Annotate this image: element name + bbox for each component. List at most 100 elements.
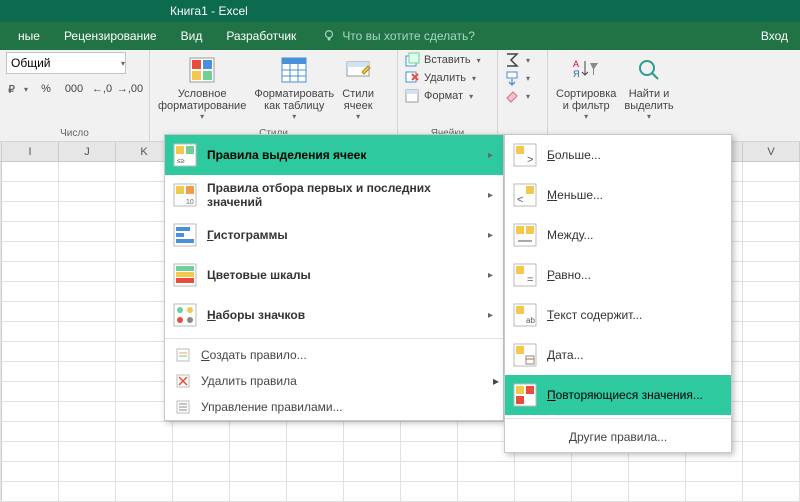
submenu-date-occurring[interactable]: Дата... bbox=[505, 335, 731, 375]
format-as-table-button[interactable]: Форматировать как таблицу ▾ bbox=[252, 52, 336, 121]
app-title: Книга1 - Excel bbox=[170, 4, 248, 18]
submenu-duplicate-values[interactable]: Повторяющиеся значения... bbox=[505, 375, 731, 415]
chevron-down-icon: ▾ bbox=[356, 112, 360, 121]
delete-button[interactable]: Удалить▾ bbox=[404, 70, 491, 86]
group-editing-icons: ▾ ▾ ▾ bbox=[498, 50, 548, 141]
equal-icon: = bbox=[513, 263, 537, 287]
tab-review[interactable]: Рецензирование bbox=[52, 23, 169, 49]
currency-icon: ₽ bbox=[8, 82, 22, 96]
chevron-down-icon: ▾ bbox=[121, 59, 125, 68]
group-label-number: Число bbox=[6, 128, 143, 141]
cell-styles-button[interactable]: Стили ячеек ▾ bbox=[340, 52, 376, 121]
submenu-text-contains[interactable]: ab Текст содержит... bbox=[505, 295, 731, 335]
conditional-formatting-icon bbox=[188, 56, 216, 84]
less-than-icon: < bbox=[513, 183, 537, 207]
format-button[interactable]: Формат▾ bbox=[404, 88, 491, 104]
submenu-greater-than[interactable]: > Больше... bbox=[505, 135, 731, 175]
fill-button[interactable]: ▾ bbox=[504, 70, 541, 86]
ribbon: Общий ▾ ₽▾ % 000 ←,0 →,00 Число Условное… bbox=[0, 50, 800, 142]
number-format-select[interactable]: Общий ▾ bbox=[6, 52, 126, 74]
decrease-decimal-button[interactable]: →,00 bbox=[118, 78, 142, 100]
submenu-equal-to[interactable]: = Равно... bbox=[505, 255, 731, 295]
greater-than-icon: > bbox=[513, 143, 537, 167]
tab-developer[interactable]: Разработчик bbox=[214, 23, 308, 49]
svg-text:₽: ₽ bbox=[8, 84, 15, 96]
sign-in[interactable]: Вход bbox=[761, 29, 794, 43]
cell-styles-icon bbox=[344, 56, 372, 84]
manage-rules-icon bbox=[175, 399, 191, 415]
svg-text:>: > bbox=[527, 154, 533, 166]
eraser-icon bbox=[504, 88, 520, 104]
group-cells: Вставить▾ Удалить▾ Формат▾ Ячейки bbox=[398, 50, 498, 141]
chevron-down-icon: ▾ bbox=[200, 112, 204, 121]
duplicate-icon bbox=[513, 383, 537, 407]
tab-partial[interactable]: ные bbox=[6, 23, 52, 49]
chevron-down-icon: ▾ bbox=[292, 112, 296, 121]
format-icon bbox=[404, 88, 420, 104]
tab-view[interactable]: Вид bbox=[169, 23, 215, 49]
text-contains-icon: ab bbox=[513, 303, 537, 327]
highlight-rules-icon: ≤≥ bbox=[173, 143, 197, 167]
date-icon bbox=[513, 343, 537, 367]
menu-data-bars[interactable]: Гистограммы ▸ bbox=[165, 215, 503, 255]
submenu-arrow-icon: ▸ bbox=[488, 270, 493, 281]
number-format-value: Общий bbox=[11, 56, 51, 70]
increase-decimal-button[interactable]: ←,0 bbox=[90, 78, 114, 100]
menu-manage-rules[interactable]: Управление правилами... bbox=[165, 394, 503, 420]
clear-rules-icon bbox=[175, 373, 191, 389]
svg-text:Я: Я bbox=[573, 69, 580, 79]
svg-text:А: А bbox=[573, 59, 579, 69]
menu-new-rule[interactable]: Создать правило... bbox=[165, 342, 503, 368]
submenu-arrow-icon: ▸ bbox=[488, 190, 493, 201]
new-rule-icon bbox=[175, 347, 191, 363]
percent-button[interactable]: % bbox=[34, 78, 58, 100]
submenu-arrow-icon: ▸ bbox=[488, 150, 493, 161]
databars-icon bbox=[173, 223, 197, 247]
currency-button[interactable]: ₽▾ bbox=[6, 78, 30, 100]
table-icon bbox=[280, 56, 308, 84]
column-header[interactable]: V bbox=[743, 142, 800, 161]
top-bottom-icon: 10 bbox=[173, 183, 197, 207]
submenu-more-rules[interactable]: Другие правила... bbox=[505, 422, 731, 452]
between-icon bbox=[513, 223, 537, 247]
titlebar: Книга1 - Excel bbox=[0, 0, 800, 22]
clear-button[interactable]: ▾ bbox=[504, 88, 541, 104]
sigma-icon bbox=[504, 52, 520, 68]
conditional-formatting-menu: ≤≥ Правила выделения ячеек ▸ 10 Правила … bbox=[164, 134, 504, 421]
colorscales-icon bbox=[173, 263, 197, 287]
find-select-button[interactable]: Найти и выделить ▾ bbox=[622, 52, 675, 121]
tell-me[interactable]: Что вы хотите сделать? bbox=[308, 29, 475, 43]
group-number: Общий ▾ ₽▾ % 000 ←,0 →,00 Число bbox=[0, 50, 150, 141]
ribbon-tabs: ные Рецензирование Вид Разработчик Что в… bbox=[0, 22, 800, 50]
fill-down-icon bbox=[504, 70, 520, 86]
tell-me-text: Что вы хотите сделать? bbox=[342, 29, 475, 43]
comma-button[interactable]: 000 bbox=[62, 78, 86, 100]
sort-filter-button[interactable]: АЯ Сортировка и фильтр ▾ bbox=[554, 52, 618, 121]
svg-text:10: 10 bbox=[186, 199, 194, 206]
lightbulb-icon bbox=[322, 29, 336, 43]
submenu-less-than[interactable]: < Меньше... bbox=[505, 175, 731, 215]
svg-text:=: = bbox=[527, 274, 533, 286]
svg-text:≤≥: ≤≥ bbox=[177, 158, 185, 165]
menu-color-scales[interactable]: Цветовые шкалы ▸ bbox=[165, 255, 503, 295]
magnifier-icon bbox=[636, 57, 662, 83]
iconsets-icon bbox=[173, 303, 197, 327]
svg-text:<: < bbox=[517, 194, 523, 206]
highlight-cells-submenu: > Больше... < Меньше... Между... = Равно… bbox=[504, 134, 732, 453]
group-editing: АЯ Сортировка и фильтр ▾ Найти и выделит… bbox=[548, 50, 688, 141]
menu-highlight-cells[interactable]: ≤≥ Правила выделения ячеек ▸ bbox=[165, 135, 503, 175]
submenu-arrow-icon: ▸ bbox=[488, 310, 493, 321]
menu-icon-sets[interactable]: Наборы значков ▸ bbox=[165, 295, 503, 335]
autosum-button[interactable]: ▾ bbox=[504, 52, 541, 68]
sort-filter-icon: АЯ bbox=[573, 57, 599, 83]
insert-button[interactable]: Вставить▾ bbox=[404, 52, 491, 68]
column-header[interactable]: I bbox=[2, 142, 59, 161]
menu-top-bottom-rules[interactable]: 10 Правила отбора первых и последних зна… bbox=[165, 175, 503, 215]
insert-icon bbox=[404, 52, 420, 68]
menu-clear-rules[interactable]: Удалить правила▸ bbox=[165, 368, 503, 394]
delete-icon bbox=[404, 70, 420, 86]
submenu-between[interactable]: Между... bbox=[505, 215, 731, 255]
column-header[interactable]: J bbox=[59, 142, 116, 161]
submenu-arrow-icon: ▸ bbox=[488, 230, 493, 241]
conditional-formatting-button[interactable]: Условное форматирование ▾ bbox=[156, 52, 248, 121]
